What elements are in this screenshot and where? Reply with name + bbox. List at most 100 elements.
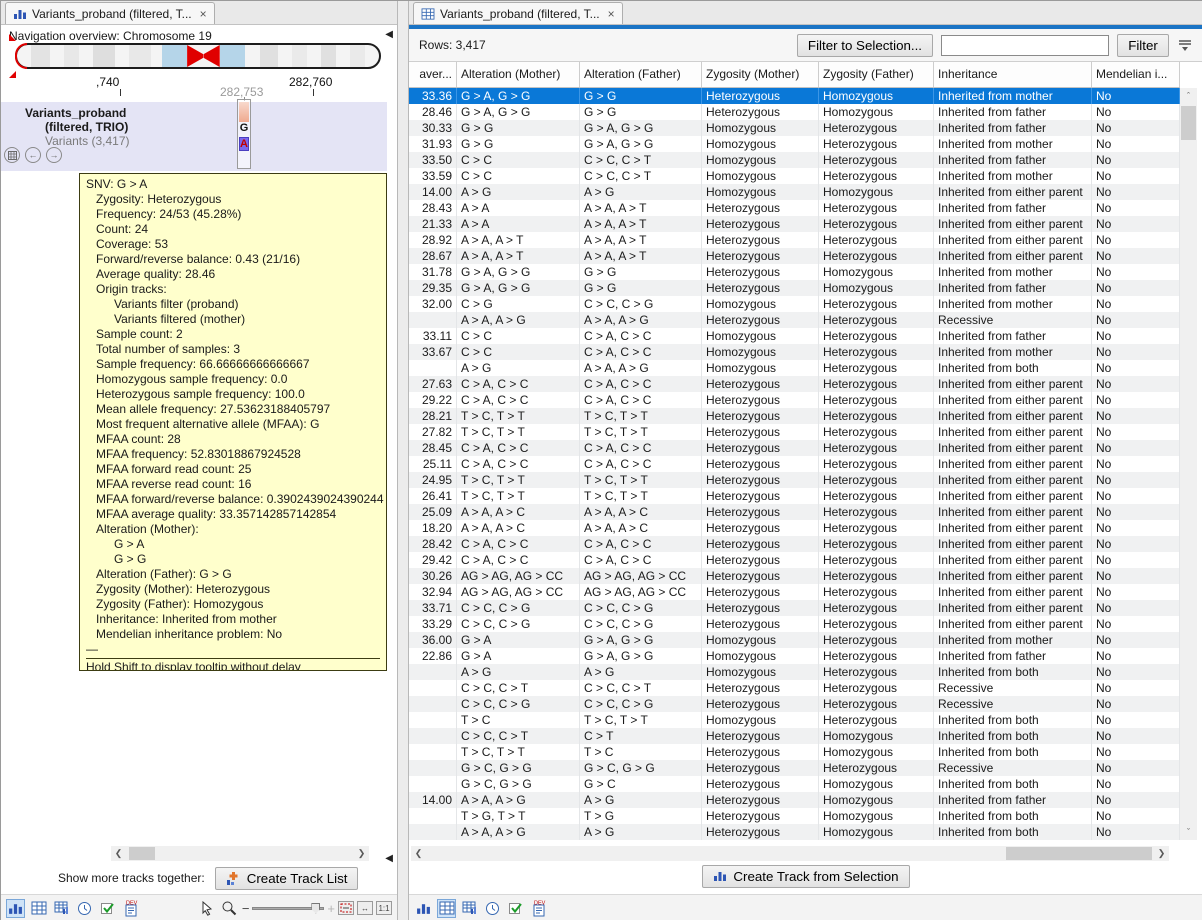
filter-to-selection-button[interactable]: Filter to Selection... <box>797 34 933 57</box>
table-row[interactable]: 33.36G > A, G > GG > GHeterozygousHomozy… <box>409 88 1180 104</box>
scroll-left-icon[interactable]: ❮ <box>411 846 426 861</box>
table-row[interactable]: 14.00A > GA > GHomozygousHomozygousInher… <box>409 184 1180 200</box>
next-variant-icon[interactable]: → <box>46 147 62 163</box>
prev-variant-icon[interactable]: ← <box>25 147 41 163</box>
table-row[interactable]: A > A, A > GA > GHeterozygousHomozygousI… <box>409 824 1180 840</box>
table-row[interactable]: C > C, C > TC > C, C > THeterozygousHete… <box>409 680 1180 696</box>
table-row[interactable]: G > C, G > GG > CHeterozygousHomozygousI… <box>409 776 1180 792</box>
track-view-mode-icon[interactable] <box>414 899 433 918</box>
zoom-100-icon[interactable]: 1:1 <box>376 901 392 915</box>
scrollbar-track[interactable] <box>426 846 1154 861</box>
zoom-to-selection-icon[interactable] <box>338 901 354 915</box>
table-row[interactable]: G > C, G > GG > C, G > GHeterozygousHete… <box>409 760 1180 776</box>
zoom-tool-icon[interactable] <box>220 899 239 918</box>
table-row[interactable]: 31.78G > A, G > GG > GHeterozygousHomozy… <box>409 264 1180 280</box>
table-row[interactable]: 32.00C > GC > C, C > GHomozygousHeterozy… <box>409 296 1180 312</box>
close-icon[interactable]: × <box>608 7 615 21</box>
table-row[interactable]: C > C, C > GC > C, C > GHeterozygousHete… <box>409 696 1180 712</box>
table-row[interactable]: 22.86G > AG > A, G > GHomozygousHeterozy… <box>409 648 1180 664</box>
scrollbar-thumb[interactable] <box>1181 106 1196 140</box>
create-track-list-button[interactable]: Create Track List <box>215 867 359 890</box>
horizontal-scrollbar[interactable]: ❮ ❯ <box>411 846 1169 861</box>
zoom-out-icon[interactable]: − <box>242 901 250 916</box>
table-row[interactable]: 26.41T > C, T > TT > C, T > THeterozygou… <box>409 488 1180 504</box>
table-row[interactable]: 33.11C > CC > A, C > CHomozygousHeterozy… <box>409 328 1180 344</box>
table-row[interactable]: 36.00G > AG > A, G > GHomozygousHeterozy… <box>409 632 1180 648</box>
table-row[interactable]: 28.45C > A, C > CC > A, C > CHeterozygou… <box>409 440 1180 456</box>
table-row[interactable]: C > C, C > TC > THeterozygousHomozygousI… <box>409 728 1180 744</box>
table-row[interactable]: 14.00A > A, A > GA > GHeterozygousHomozy… <box>409 792 1180 808</box>
element-info-icon[interactable] <box>98 899 117 918</box>
table-row[interactable]: 21.33A > AA > A, A > THeterozygousHetero… <box>409 216 1180 232</box>
dev-log-icon[interactable]: DEV <box>121 899 140 918</box>
collapse-sidepanel-icon[interactable]: ◀ <box>385 29 393 40</box>
horizontal-scrollbar[interactable]: ❮ ❯ <box>111 846 369 861</box>
fit-width-icon[interactable]: ↔ <box>357 901 373 915</box>
table-row[interactable]: 18.20A > A, A > CA > A, A > CHeterozygou… <box>409 520 1180 536</box>
history-icon[interactable] <box>75 899 94 918</box>
collapse-sidepanel-icon[interactable]: ◀ <box>385 853 393 864</box>
scrollbar-thumb[interactable] <box>1006 847 1152 860</box>
split-table-view-icon[interactable] <box>52 899 71 918</box>
table-row[interactable]: A > A, A > GA > A, A > GHeterozygousHete… <box>409 312 1180 328</box>
zoom-in-icon[interactable]: + <box>327 901 335 916</box>
scroll-right-icon[interactable]: ❯ <box>1154 846 1169 861</box>
dev-log-icon[interactable]: DEV <box>529 899 548 918</box>
history-icon[interactable] <box>483 899 502 918</box>
variant-marker[interactable]: G A <box>237 99 251 169</box>
table-row[interactable]: 30.33G > GG > A, G > GHomozygousHeterozy… <box>409 120 1180 136</box>
scrollbar-track[interactable] <box>126 846 354 861</box>
scroll-down-icon[interactable]: ˇ <box>1180 824 1197 840</box>
table-row[interactable]: 33.67C > CC > A, C > CHomozygousHeterozy… <box>409 344 1180 360</box>
panel-splitter[interactable] <box>398 1 409 920</box>
table-row[interactable]: A > GA > GHomozygousHeterozygousInherite… <box>409 664 1180 680</box>
zoom-slider[interactable] <box>252 907 324 910</box>
table-row[interactable]: 28.92A > A, A > TA > A, A > THeterozygou… <box>409 232 1180 248</box>
scroll-left-icon[interactable]: ❮ <box>111 846 126 861</box>
table-row[interactable]: 32.94AG > AG, AG > CCAG > AG, AG > CCHet… <box>409 584 1180 600</box>
open-table-icon[interactable] <box>4 147 20 163</box>
column-header[interactable]: aver... <box>409 62 457 87</box>
column-header[interactable]: Zygosity (Mother) <box>702 62 819 87</box>
table-row[interactable]: 30.26AG > AG, AG > CCAG > AG, AG > CCHet… <box>409 568 1180 584</box>
track-view-mode-icon[interactable] <box>6 899 25 918</box>
element-info-icon[interactable] <box>506 899 525 918</box>
column-header[interactable]: Mendelian i... <box>1092 62 1180 87</box>
table-row[interactable]: 27.63C > A, C > CC > A, C > CHeterozygou… <box>409 376 1180 392</box>
table-view-mode-icon[interactable] <box>437 899 456 918</box>
pointer-tool-icon[interactable] <box>198 899 217 918</box>
column-header[interactable]: Zygosity (Father) <box>819 62 934 87</box>
filter-input[interactable] <box>941 35 1109 56</box>
split-table-view-icon[interactable] <box>460 899 479 918</box>
table-row[interactable]: 28.43A > AA > A, A > THeterozygousHetero… <box>409 200 1180 216</box>
table-row[interactable]: 24.95T > C, T > TT > C, T > THeterozygou… <box>409 472 1180 488</box>
table-row[interactable]: T > C, T > TT > CHeterozygousHomozygousI… <box>409 744 1180 760</box>
create-track-from-selection-button[interactable]: Create Track from Selection <box>702 865 909 888</box>
variant-track[interactable]: Variants_proband (filtered, TRIO) Varian… <box>1 102 387 171</box>
column-header[interactable]: Inheritance <box>934 62 1092 87</box>
zoom-slider-thumb[interactable] <box>311 903 320 914</box>
table-row[interactable]: 25.11C > A, C > CC > A, C > CHeterozygou… <box>409 456 1180 472</box>
table-row[interactable]: 29.22C > A, C > CC > A, C > CHeterozygou… <box>409 392 1180 408</box>
table-row[interactable]: T > CT > C, T > THomozygousHeterozygousI… <box>409 712 1180 728</box>
table-row[interactable]: 25.09A > A, A > CA > A, A > CHeterozygou… <box>409 504 1180 520</box>
column-header[interactable]: Alteration (Mother) <box>457 62 580 87</box>
table-row[interactable]: 29.42C > A, C > CC > A, C > CHeterozygou… <box>409 552 1180 568</box>
table-row[interactable]: A > GA > A, A > GHomozygousHeterozygousI… <box>409 360 1180 376</box>
vertical-scrollbar[interactable]: ˆ ˇ <box>1180 88 1197 840</box>
table-row[interactable]: T > G, T > TT > GHeterozygousHomozygousI… <box>409 808 1180 824</box>
filter-button[interactable]: Filter <box>1117 34 1169 57</box>
chromosome-ideogram[interactable] <box>15 43 381 69</box>
table-row[interactable]: 33.50C > CC > C, C > THomozygousHeterozy… <box>409 152 1180 168</box>
table-row[interactable]: 28.67A > A, A > TA > A, A > THeterozygou… <box>409 248 1180 264</box>
tab-variants-track-view[interactable]: Variants_proband (filtered, T... × <box>5 2 215 24</box>
table-row[interactable]: 33.71C > C, C > GC > C, C > GHeterozygou… <box>409 600 1180 616</box>
scroll-right-icon[interactable]: ❯ <box>354 846 369 861</box>
table-row[interactable]: 33.29C > C, C > GC > C, C > GHeterozygou… <box>409 616 1180 632</box>
column-header[interactable]: Alteration (Father) <box>580 62 702 87</box>
table-row[interactable]: 28.46G > A, G > GG > GHeterozygousHomozy… <box>409 104 1180 120</box>
filter-menu-icon[interactable] <box>1177 37 1193 53</box>
table-row[interactable]: 29.35G > A, G > GG > GHeterozygousHomozy… <box>409 280 1180 296</box>
scroll-up-icon[interactable]: ˆ <box>1180 88 1197 104</box>
tab-variants-table-view[interactable]: Variants_proband (filtered, T... × <box>413 2 623 24</box>
